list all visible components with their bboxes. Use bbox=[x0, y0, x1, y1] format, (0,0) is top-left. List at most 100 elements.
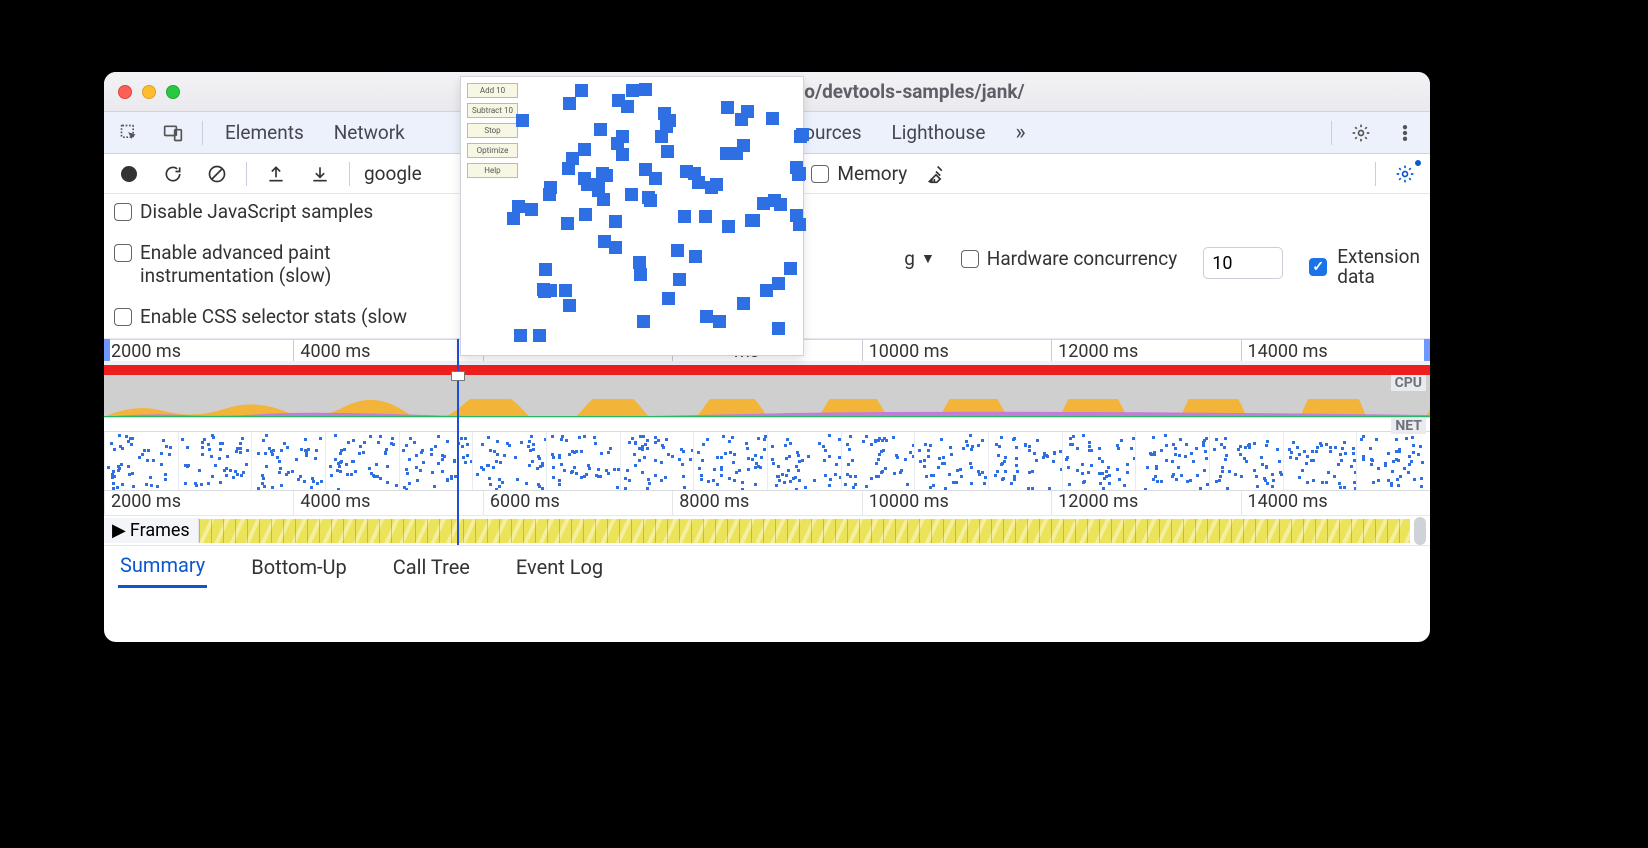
separator bbox=[349, 162, 350, 186]
fps-band bbox=[104, 361, 1430, 375]
disable-js-samples-checkbox[interactable]: Disable JavaScript samples bbox=[114, 200, 407, 223]
ruler-tick: 12000 ms bbox=[1051, 491, 1240, 515]
dropdown-caret-icon[interactable]: ▼ bbox=[921, 250, 935, 267]
triangle-right-icon: ▶ bbox=[112, 520, 126, 541]
checkbox-icon bbox=[811, 165, 829, 183]
filmstrip-thumb[interactable] bbox=[399, 432, 473, 490]
hardware-concurrency-input[interactable] bbox=[1203, 247, 1283, 279]
ruler-tick: 10000 ms bbox=[862, 491, 1051, 515]
tab-elements[interactable]: Elements bbox=[217, 117, 312, 148]
filmstrip[interactable] bbox=[104, 431, 1430, 491]
frames-track[interactable]: ▶ Frames bbox=[104, 515, 1430, 545]
preview-btn: Subtract 10 bbox=[467, 103, 518, 118]
preview-btn: Help bbox=[467, 163, 518, 178]
preview-btn: Add 10 bbox=[467, 83, 518, 98]
window-controls bbox=[118, 85, 180, 99]
filmstrip-thumb[interactable] bbox=[1283, 432, 1357, 490]
device-toolbar-icon[interactable] bbox=[158, 118, 188, 148]
window-zoom-button[interactable] bbox=[166, 85, 180, 99]
net-band: NET bbox=[104, 417, 1430, 431]
checkbox-icon bbox=[114, 244, 132, 262]
frames-expand[interactable]: ▶ Frames bbox=[104, 518, 199, 543]
tab-lighthouse[interactable]: Lighthouse bbox=[884, 117, 994, 148]
filmstrip-thumb[interactable] bbox=[841, 432, 915, 490]
host-label: google bbox=[364, 162, 422, 185]
flamechart-ruler[interactable]: 2000 ms 4000 ms 6000 ms 8000 ms 10000 ms… bbox=[104, 491, 1430, 515]
tab-bottom-up[interactable]: Bottom-Up bbox=[249, 547, 348, 587]
tab-event-log[interactable]: Event Log bbox=[514, 547, 605, 587]
checkbox-icon bbox=[114, 308, 132, 326]
playhead[interactable] bbox=[457, 339, 459, 545]
tab-summary[interactable]: Summary bbox=[118, 545, 207, 588]
kebab-menu-icon[interactable] bbox=[1390, 118, 1420, 148]
ruler-tick: 14000 ms bbox=[1241, 491, 1430, 515]
checkbox-icon bbox=[961, 250, 979, 268]
separator bbox=[1331, 121, 1332, 145]
memory-label: Memory bbox=[837, 162, 907, 185]
settings-gear-icon[interactable] bbox=[1346, 118, 1376, 148]
filmstrip-thumb[interactable] bbox=[472, 432, 546, 490]
capture-settings-gear-icon[interactable] bbox=[1390, 159, 1420, 189]
devtools-window: DevTools - googlechrome.github.io/devtoo… bbox=[104, 72, 1430, 642]
frames-label-text: Frames bbox=[130, 520, 190, 541]
filmstrip-thumb[interactable] bbox=[1356, 432, 1430, 490]
g-fragment: g bbox=[904, 247, 915, 270]
filmstrip-thumb[interactable] bbox=[620, 432, 694, 490]
hardware-concurrency-checkbox[interactable]: Hardware concurrency bbox=[961, 247, 1177, 270]
filmstrip-thumb[interactable] bbox=[693, 432, 767, 490]
frames-bar[interactable] bbox=[199, 519, 1410, 543]
ruler-tick: 14000 ms bbox=[1241, 340, 1430, 361]
download-profile-button[interactable] bbox=[305, 159, 335, 189]
ruler-tick: 6000 ms bbox=[483, 491, 672, 515]
vertical-scroll-grip[interactable] bbox=[1414, 517, 1426, 545]
filmstrip-thumb[interactable] bbox=[1135, 432, 1209, 490]
tab-network[interactable]: Network bbox=[326, 117, 413, 148]
advanced-paint-checkbox[interactable]: Enable advanced paintinstrumentation (sl… bbox=[114, 241, 407, 287]
reload-record-button[interactable] bbox=[158, 159, 188, 189]
filmstrip-thumb[interactable] bbox=[1209, 432, 1283, 490]
window-minimize-button[interactable] bbox=[142, 85, 156, 99]
record-button[interactable] bbox=[114, 159, 144, 189]
detail-tabs: Summary Bottom-Up Call Tree Event Log bbox=[104, 545, 1430, 587]
window-close-button[interactable] bbox=[118, 85, 132, 99]
css-selector-stats-label: Enable CSS selector stats (slow bbox=[140, 305, 407, 328]
net-lane-label: NET bbox=[1391, 418, 1426, 434]
filmstrip-thumb[interactable] bbox=[546, 432, 620, 490]
filmstrip-thumb[interactable] bbox=[178, 432, 252, 490]
cpu-band: CPU bbox=[104, 375, 1430, 417]
hardware-concurrency-label: Hardware concurrency bbox=[987, 247, 1177, 270]
ruler-tick: 4000 ms bbox=[293, 340, 482, 361]
preview-btn: Optimize bbox=[467, 143, 518, 158]
separator bbox=[1375, 162, 1376, 186]
checkbox-icon bbox=[114, 203, 132, 221]
collect-garbage-button[interactable] bbox=[921, 159, 951, 189]
filmstrip-hover-preview: Add 10 Subtract 10 Stop Optimize Help bbox=[460, 76, 804, 356]
clear-button[interactable] bbox=[202, 159, 232, 189]
inspect-icon[interactable] bbox=[114, 118, 144, 148]
filmstrip-thumb[interactable] bbox=[104, 432, 178, 490]
timeline-overview[interactable]: 2000 ms 4000 ms 00 ms 10000 ms 12000 ms … bbox=[104, 339, 1430, 545]
filmstrip-thumb[interactable] bbox=[767, 432, 841, 490]
ruler-tick: 2000 ms bbox=[104, 491, 293, 515]
filmstrip-thumb[interactable] bbox=[251, 432, 325, 490]
tab-overflow[interactable]: » bbox=[1007, 116, 1033, 149]
tab-call-tree[interactable]: Call Tree bbox=[391, 547, 472, 587]
preview-btn: Stop bbox=[467, 123, 518, 138]
memory-checkbox[interactable]: Memory bbox=[811, 162, 907, 185]
extension-data-checkbox[interactable] bbox=[1309, 258, 1327, 276]
advanced-paint-label: Enable advanced paintinstrumentation (sl… bbox=[140, 241, 331, 287]
capture-settings: Disable JavaScript samples Enable advanc… bbox=[104, 194, 1430, 339]
overview-left-handle[interactable] bbox=[104, 339, 110, 361]
ruler-tick: 2000 ms bbox=[104, 340, 293, 361]
filmstrip-thumb[interactable] bbox=[1062, 432, 1136, 490]
filmstrip-thumb[interactable] bbox=[988, 432, 1062, 490]
upload-profile-button[interactable] bbox=[261, 159, 291, 189]
filmstrip-thumb[interactable] bbox=[325, 432, 399, 490]
css-selector-stats-checkbox[interactable]: Enable CSS selector stats (slow bbox=[114, 305, 407, 328]
overview-right-handle[interactable] bbox=[1424, 339, 1430, 361]
cpu-lane-label: CPU bbox=[1391, 375, 1426, 391]
ruler-tick: 8000 ms bbox=[672, 491, 861, 515]
disable-js-label: Disable JavaScript samples bbox=[140, 200, 373, 223]
filmstrip-thumb[interactable] bbox=[914, 432, 988, 490]
separator bbox=[202, 121, 203, 145]
